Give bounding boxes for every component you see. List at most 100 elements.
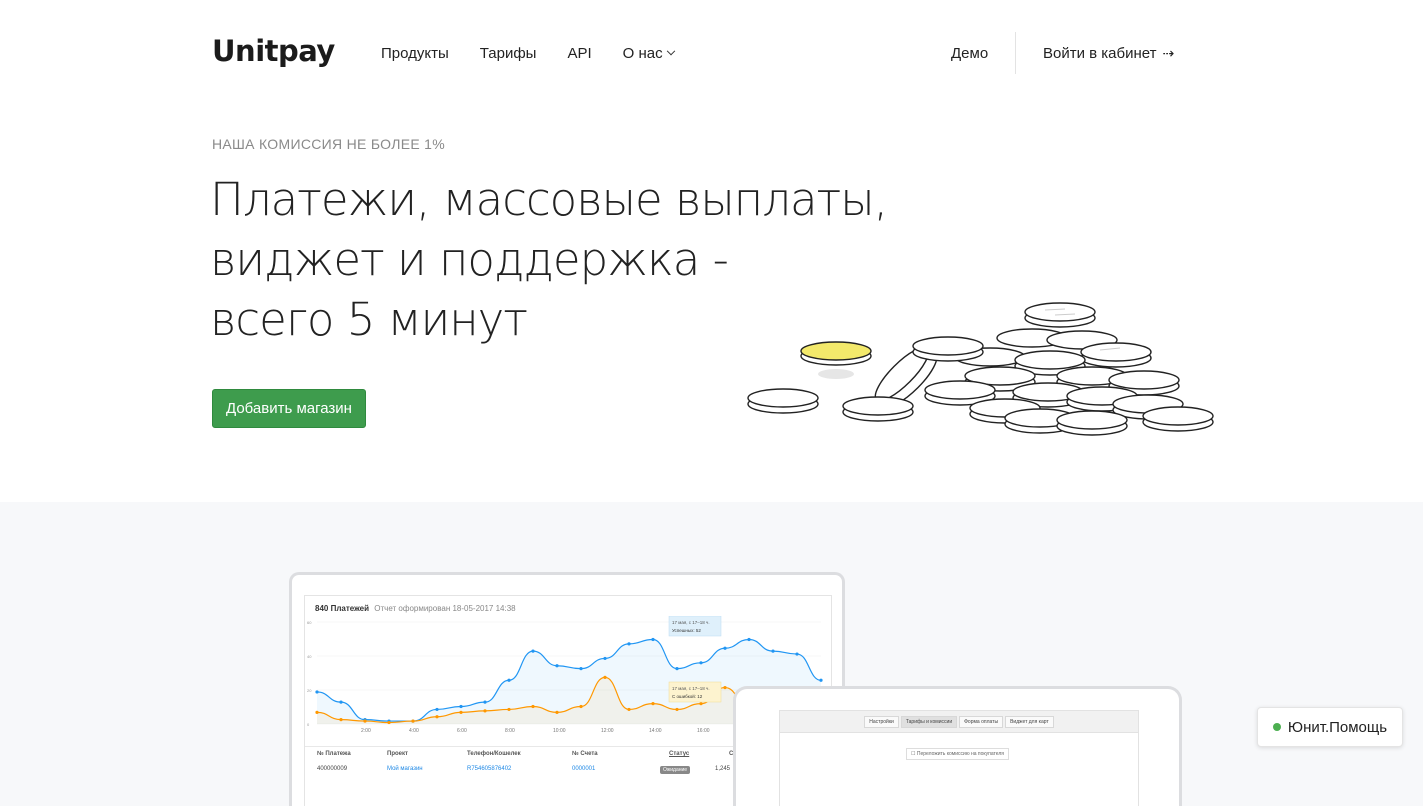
coins-illustration	[747, 302, 1214, 436]
nav-item-about[interactable]: О нас	[622, 45, 675, 62]
main-nav: Продукты Тарифы API О нас	[381, 45, 675, 62]
settings-tabs: Настройки Тарифы и комиссии Форма оплаты…	[780, 711, 1138, 733]
y-tick-label: 0	[307, 722, 310, 727]
login-link[interactable]: Войти в кабинет ⇢	[1043, 45, 1174, 62]
data-point	[363, 719, 367, 723]
y-tick-label: 60	[307, 620, 312, 625]
data-point	[459, 710, 463, 714]
data-point	[771, 649, 775, 653]
chart-tooltip	[668, 616, 722, 637]
data-point	[411, 719, 415, 723]
login-label: Войти в кабинет	[1043, 45, 1157, 62]
add-shop-button[interactable]: Добавить магазин	[212, 389, 366, 428]
data-point	[627, 707, 631, 712]
tooltip-value: Успешных: 52	[672, 628, 701, 633]
col-header[interactable]: Статус	[669, 751, 689, 757]
cell-wallet[interactable]: R754605876402	[467, 766, 511, 772]
headline-line-2: виджет и поддержка -	[210, 233, 729, 286]
data-point	[675, 707, 679, 712]
data-point	[339, 718, 343, 722]
nav-item-about-label: О нас	[622, 45, 663, 62]
data-point	[315, 690, 319, 694]
cell-project[interactable]: Мой магазин	[387, 766, 423, 772]
tablet-mockup: Настройки Тарифы и комиссии Форма оплаты…	[733, 686, 1182, 806]
chevron-down-icon	[666, 46, 675, 55]
nav-item-tariffs[interactable]: Тарифы	[480, 45, 537, 62]
data-point	[483, 700, 487, 704]
report-subtitle: Отчет оформирован 18-05-2017 14:38	[374, 604, 516, 613]
dashboard-title: 840 Платежей Отчет оформирован 18-05-201…	[315, 604, 516, 613]
data-point	[531, 704, 535, 709]
data-point	[699, 702, 703, 706]
data-point	[603, 656, 607, 661]
data-point	[723, 685, 727, 690]
data-point	[339, 700, 343, 704]
data-point	[795, 652, 799, 656]
data-point	[555, 664, 559, 668]
data-point	[651, 702, 655, 706]
nav-item-api[interactable]: API	[567, 45, 591, 62]
online-status-icon	[1272, 723, 1281, 731]
data-point	[531, 649, 535, 653]
col-header: № Платежа	[317, 751, 351, 757]
x-tick-label: 4:00	[409, 728, 419, 734]
data-point	[459, 704, 463, 709]
commission-checkbox[interactable]: ☐ Переложить комиссию на покупателя	[906, 748, 1009, 760]
tab-payment-form[interactable]: Форма оплаты	[959, 715, 1004, 728]
commission-eyebrow: НАША КОМИССИЯ НЕ БОЛЕЕ 1%	[212, 136, 445, 152]
data-point	[507, 678, 511, 682]
data-point	[699, 661, 703, 665]
cell-payment-id: 400000009	[317, 766, 348, 772]
logo[interactable]: Unitpay	[212, 34, 335, 68]
payments-count: 840 Платежей	[315, 604, 370, 613]
tooltip-value: С ошибкой: 12	[672, 693, 703, 699]
x-tick-label: 2:00	[361, 728, 371, 734]
tab-settings[interactable]: Настройки	[864, 715, 899, 728]
tooltip-title: 17 мая, с 17–18 ч.	[672, 686, 710, 691]
arrow-right-icon: ⇢	[1162, 45, 1175, 61]
data-point	[675, 667, 679, 671]
col-header: Проект	[387, 751, 408, 757]
x-tick-label: 10:00	[553, 728, 566, 734]
x-tick-label: 16:00	[697, 728, 710, 734]
data-point	[747, 637, 751, 642]
help-chat-button[interactable]: Юнит.Помощь	[1257, 707, 1403, 747]
data-point	[603, 675, 607, 679]
x-tick-label: 12:00	[601, 728, 614, 734]
data-point	[579, 667, 583, 671]
tab-tariffs[interactable]: Тарифы и комиссии	[900, 715, 958, 728]
col-header: Телефон/Кошелек	[467, 751, 521, 757]
help-label: Юнит.Помощь	[1287, 718, 1388, 736]
tab-card-widget[interactable]: Виджет для карт	[1005, 715, 1054, 728]
y-tick-label: 20	[307, 688, 312, 693]
status-badge: Ожидание	[660, 766, 691, 774]
col-header: № Счета	[572, 751, 598, 757]
site-header: Unitpay Продукты Тарифы API О нас Демо В…	[0, 0, 1423, 108]
x-tick-label: 14:00	[649, 728, 662, 734]
data-point	[387, 720, 391, 725]
y-tick-label: 40	[307, 654, 312, 659]
x-tick-label: 6:00	[457, 728, 467, 734]
data-point	[435, 707, 439, 712]
nav-item-products[interactable]: Продукты	[381, 45, 449, 62]
data-point	[651, 637, 655, 642]
demo-link[interactable]: Демо	[951, 45, 988, 62]
x-tick-label: 8:00	[505, 728, 515, 734]
data-point	[435, 715, 439, 719]
data-point	[627, 642, 631, 646]
data-point	[579, 704, 583, 709]
header-divider	[1015, 32, 1016, 74]
data-point	[555, 710, 559, 714]
data-point	[819, 678, 823, 682]
data-point	[507, 707, 511, 712]
tooltip-title: 17 мая, с 17–18 ч.	[672, 620, 710, 625]
commission-checkbox-label: Переложить комиссию на покупателя	[916, 751, 1004, 757]
data-point	[315, 710, 319, 714]
headline-line-1: Платежи, массовые выплаты,	[210, 173, 888, 226]
chart-tooltip	[668, 681, 722, 703]
data-point	[723, 646, 727, 650]
data-point	[483, 709, 487, 713]
settings-screen: Настройки Тарифы и комиссии Форма оплаты…	[779, 710, 1139, 806]
cell-invoice[interactable]: 0000001	[572, 766, 595, 772]
cell-amount: 1,245	[715, 766, 731, 772]
